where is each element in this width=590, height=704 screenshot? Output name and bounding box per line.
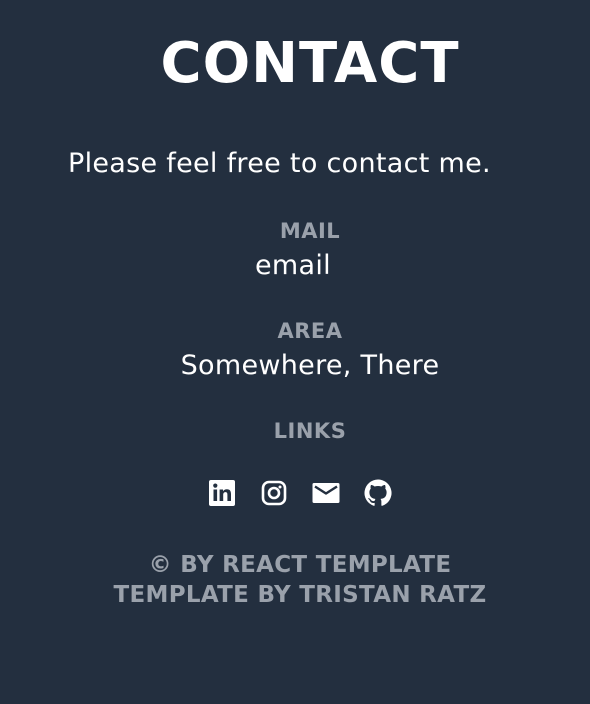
page-title: CONTACT — [160, 31, 460, 96]
mail-value[interactable]: email — [255, 246, 331, 286]
github-icon[interactable] — [362, 477, 394, 509]
mail-icon[interactable] — [310, 477, 342, 509]
mail-label: MAIL — [279, 219, 341, 243]
footer-credit: TEMPLATE BY TRISTAN RATZ — [113, 582, 487, 608]
social-links — [206, 477, 396, 511]
area-label: AREA — [277, 319, 343, 343]
links-label: LINKS — [273, 419, 347, 443]
instagram-icon[interactable] — [258, 477, 290, 509]
area-value: Somewhere, There — [180, 350, 440, 381]
linkedin-icon[interactable] — [206, 477, 238, 509]
footer-copyright: © BY REACT TEMPLATE — [148, 552, 452, 578]
contact-intro: Please feel free to contact me. — [68, 148, 491, 179]
